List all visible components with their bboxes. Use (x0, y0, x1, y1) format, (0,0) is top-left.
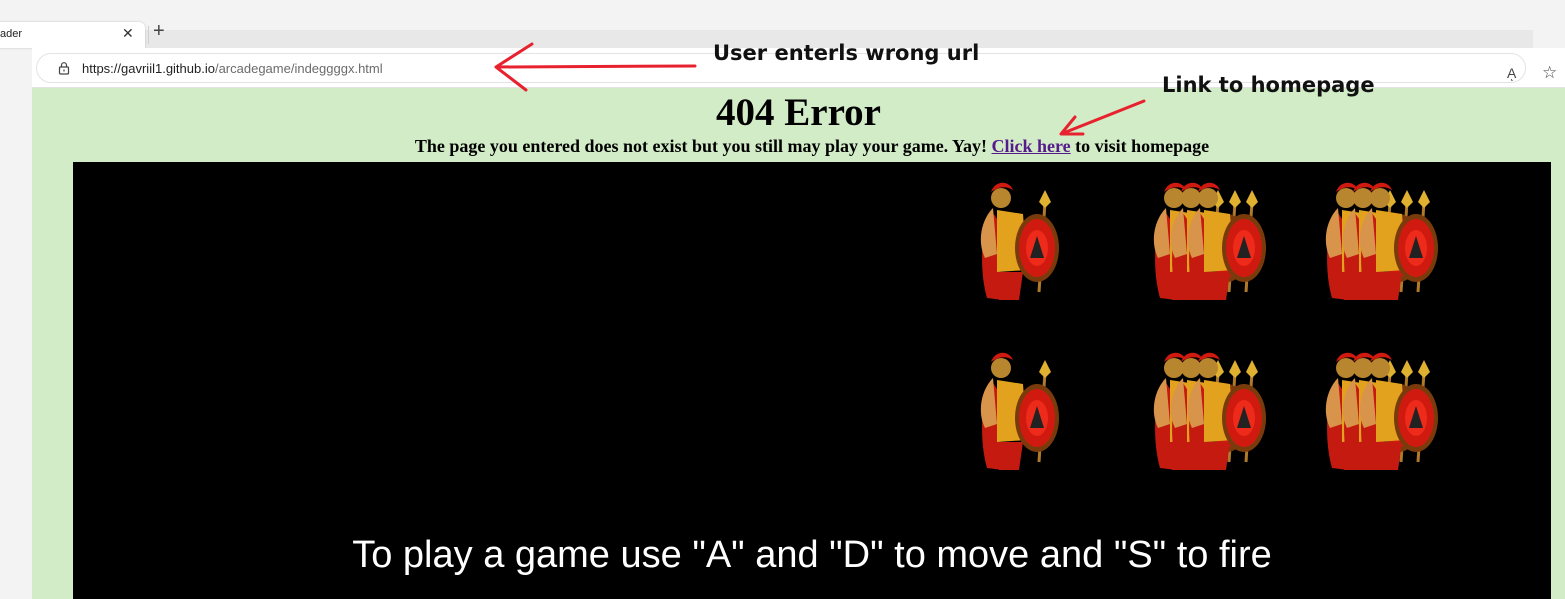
message-text: The page you entered does not exist but … (414, 136, 992, 156)
read-aloud-icon[interactable]: Aͅ (1507, 65, 1516, 81)
message-text-end: to visit homepage (1070, 136, 1210, 156)
arrow-to-link (1059, 99, 1146, 136)
page-message: The page you entered does not exist but … (32, 136, 1565, 157)
url-text[interactable]: https://gavriil1.github.io/arcadegame/in… (82, 61, 383, 76)
url-host: https://gavriil1.github.io (82, 61, 215, 76)
spartan-warrior-icon (1325, 182, 1438, 300)
game-instructions: To play a game use "A" and "D" to move a… (352, 534, 1272, 576)
lock-icon[interactable] (57, 61, 71, 75)
spartan-warrior-icon (980, 352, 1059, 470)
spartan-warrior-icon (1325, 352, 1438, 470)
homepage-link[interactable]: Click here (992, 136, 1071, 156)
tab-title: ader (0, 28, 23, 40)
url-path: /arcadegame/indeggggx.html (214, 61, 383, 76)
spartan-warrior-icon (980, 182, 1059, 300)
annotation-homepage-link: Link to homepage (1162, 73, 1375, 97)
page-content: 404 Error The page you entered does not … (32, 88, 1565, 599)
game-canvas[interactable]: To play a game use "A" and "D" to move a… (73, 162, 1551, 599)
spartan-warrior-icon (1153, 182, 1266, 300)
annotation-wrong-url: User enterls wrong url (713, 41, 980, 65)
spartan-warrior-icon (1153, 352, 1266, 470)
favorite-star-icon[interactable]: ☆ (1542, 63, 1557, 83)
arrow-to-url (494, 42, 697, 92)
